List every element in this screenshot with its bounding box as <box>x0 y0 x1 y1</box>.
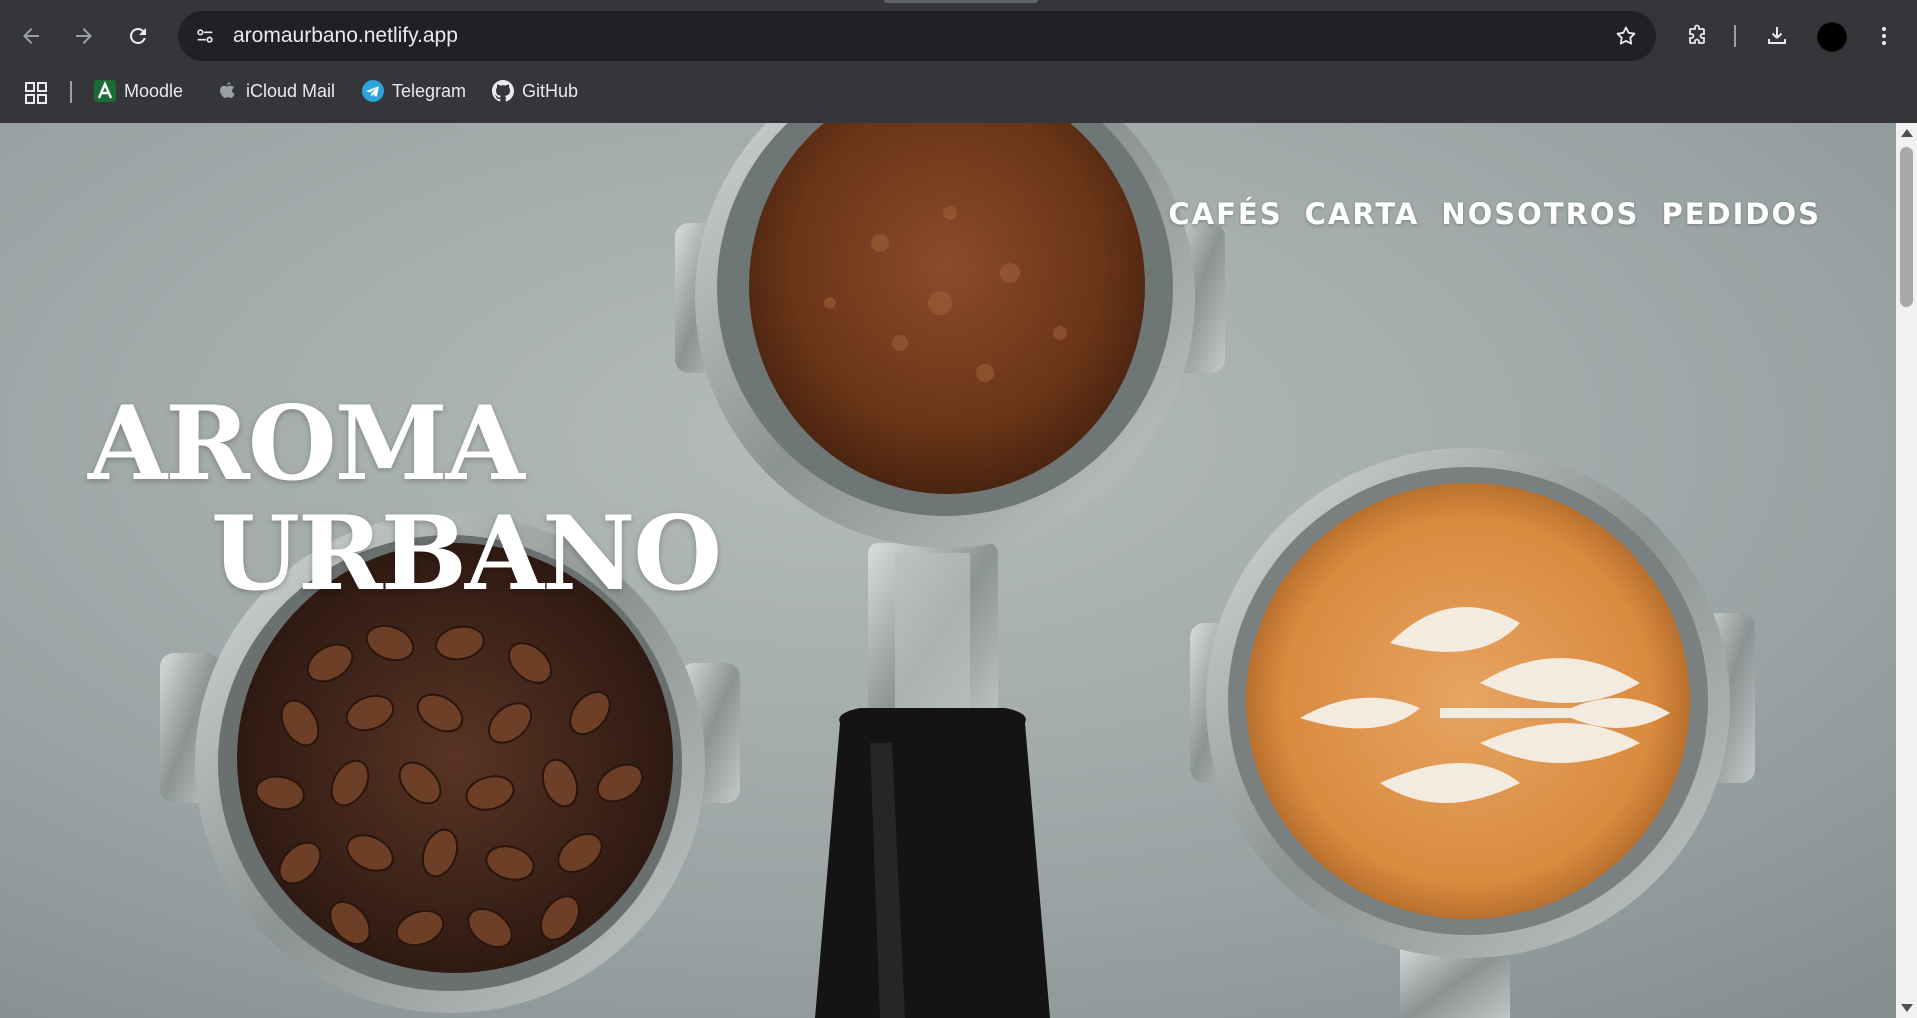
back-button[interactable] <box>11 16 51 56</box>
profile-avatar[interactable] <box>1817 22 1847 52</box>
bookmark-label: Moodle <box>124 80 184 101</box>
toolbar-divider <box>1734 25 1736 47</box>
apple-icon <box>216 80 238 102</box>
apps-button[interactable] <box>22 79 50 107</box>
site-title: AROMA URBANO <box>88 384 722 614</box>
kebab-menu-icon <box>1882 27 1886 45</box>
site-title-line-1: AROMA <box>88 384 525 504</box>
url-text[interactable]: aromaurbano.netlify.app <box>233 24 458 48</box>
bookmarks-bar: Moodle iCloud Mail Telegram GitHub <box>0 72 1917 110</box>
star-icon <box>1616 26 1636 45</box>
browser-toolbar: aromaurbano.netlify.app <box>0 6 1917 66</box>
bookmark-github[interactable]: GitHub <box>492 76 578 106</box>
nav-link-pedidos[interactable]: PEDIDOS <box>1661 197 1821 231</box>
nav-link-cafes[interactable]: CAFÉS <box>1168 197 1282 231</box>
download-icon <box>1768 27 1786 44</box>
address-bar[interactable]: aromaurbano.netlify.app <box>178 11 1656 61</box>
scroll-up-icon[interactable] <box>1901 129 1913 137</box>
arrow-left-icon <box>23 28 39 44</box>
browser-chrome: aromaurbano.netlify.app Moodle iCloud Ma… <box>0 0 1917 123</box>
scrollbar-thumb[interactable] <box>1900 147 1913 307</box>
bookmark-label: GitHub <box>522 80 579 101</box>
telegram-icon <box>362 80 384 102</box>
browser-menu-button[interactable] <box>1864 16 1904 56</box>
bookmark-icloud-mail[interactable]: iCloud Mail <box>216 76 335 106</box>
page-scrollbar[interactable] <box>1896 123 1917 1018</box>
arrow-right-icon <box>76 28 92 44</box>
bookmark-label: Telegram <box>392 80 467 101</box>
nav-link-carta[interactable]: CARTA <box>1305 197 1420 231</box>
bookmark-telegram[interactable]: Telegram <box>362 76 466 106</box>
reload-icon <box>129 27 146 44</box>
nav-link-nosotros[interactable]: NOSOTROS <box>1441 197 1639 231</box>
tune-icon <box>197 29 213 43</box>
site-title-line-2: URBANO <box>211 494 722 614</box>
downloads-button[interactable] <box>1757 16 1797 56</box>
forward-button[interactable] <box>64 16 104 56</box>
bookmarks-divider <box>70 81 72 103</box>
extensions-button[interactable] <box>1677 16 1717 56</box>
puzzle-icon <box>1689 24 1705 44</box>
scroll-down-icon[interactable] <box>1901 1004 1913 1012</box>
bookmark-moodle[interactable]: Moodle <box>94 76 183 106</box>
bookmark-star-button[interactable] <box>1612 22 1640 50</box>
moodle-icon <box>94 80 116 102</box>
bookmark-label: iCloud Mail <box>246 80 336 101</box>
site-navigation: CAFÉS CARTA NOSOTROS PEDIDOS <box>1168 197 1821 231</box>
github-icon <box>492 80 514 102</box>
apps-grid-icon <box>25 82 47 104</box>
reload-button[interactable] <box>118 16 158 56</box>
site-info-button[interactable] <box>190 21 220 51</box>
page-viewport: CAFÉS CARTA NOSOTROS PEDIDOS AROMA URBAN… <box>0 123 1896 1018</box>
tab-strip-indicator <box>884 0 1038 3</box>
